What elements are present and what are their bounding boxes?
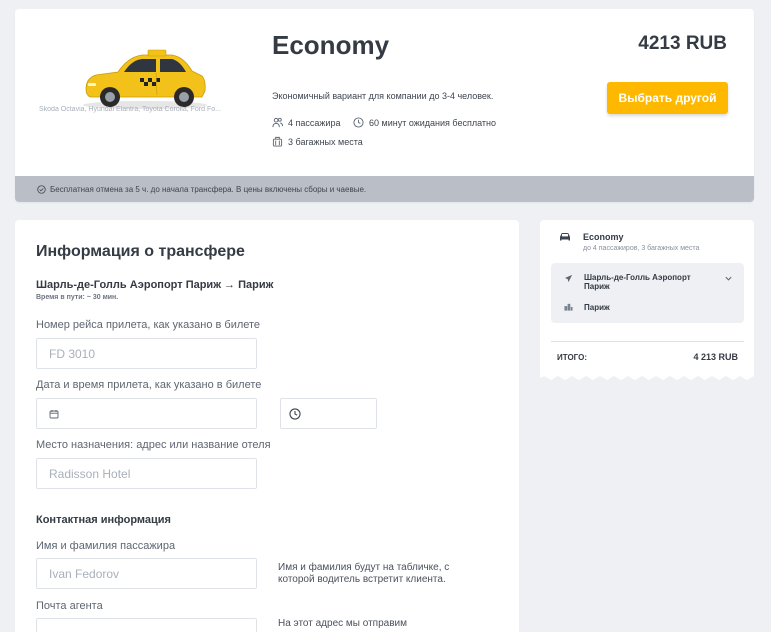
plane-icon: [564, 274, 573, 283]
taxi-car-image: [83, 49, 207, 109]
clock-icon: [289, 407, 301, 420]
destination-label: Место назначения: адрес или название оте…: [36, 439, 271, 451]
arrival-time-input[interactable]: [280, 398, 377, 429]
choose-other-button[interactable]: Выбрать другой: [607, 82, 728, 114]
calendar-icon: [49, 409, 59, 418]
destination-input[interactable]: Radisson Hotel: [36, 458, 257, 489]
passenger-name-label: Имя и фамилия пассажира: [36, 540, 176, 552]
passengers-text: 4 пассажира: [288, 117, 341, 128]
contact-info-title: Контактная информация: [36, 514, 171, 526]
chevron-down-icon[interactable]: [724, 274, 733, 283]
travel-time: Время в пути: ~ 30 мин.: [36, 294, 119, 301]
agent-email-input[interactable]: [36, 618, 257, 632]
luggage-icon: [272, 136, 283, 147]
form-title: Информация о трансфере: [36, 243, 245, 260]
cancellation-notice-text: Бесплатная отмена за 5 ч. до начала тран…: [50, 184, 367, 194]
passengers-feature: 4 пассажира: [272, 117, 340, 128]
total-value: 4 213 RUB: [693, 352, 738, 362]
clock-icon: [353, 117, 364, 128]
check-circle-icon: [37, 184, 46, 194]
vehicle-class-title: Economy: [272, 30, 390, 60]
vehicle-card: Skoda Octavia, Hyundai Elantra, Toyota C…: [15, 9, 754, 202]
destination-placeholder: Radisson Hotel: [49, 466, 131, 481]
agent-email-label: Почта агента: [36, 600, 103, 612]
summary-route[interactable]: Шарль-де-Голль Аэропорт Париж Париж: [551, 263, 744, 323]
agent-email-hint: На этот адрес мы отправим: [278, 618, 407, 629]
luggage-text: 3 багажных места: [288, 136, 363, 147]
passenger-name-input[interactable]: Ivan Fedorov: [36, 558, 257, 589]
vehicle-price: 4213 RUB: [638, 33, 727, 54]
route-to: Париж: [584, 303, 610, 312]
route-title: Шарль-де-Голль Аэропорт Париж → Париж: [36, 279, 274, 291]
arrival-date-input[interactable]: [36, 398, 257, 429]
cancellation-notice: Бесплатная отмена за 5 ч. до начала тран…: [15, 176, 754, 202]
city-icon: [564, 303, 573, 311]
arrival-datetime-label: Дата и время прилета, как указано в биле…: [36, 379, 262, 391]
receipt-edge: [540, 374, 754, 380]
summary-capacity: до 4 пассажиров, 3 багажных места: [583, 245, 700, 252]
flight-number-placeholder: FD 3010: [49, 346, 96, 361]
flight-number-label: Номер рейса прилета, как указано в билет…: [36, 319, 261, 331]
transfer-info-form: Информация о трансфере Шарль-де-Голль Аэ…: [15, 220, 519, 632]
car-icon: [560, 233, 570, 241]
route-from: Шарль-де-Голль Аэропорт Париж: [584, 273, 691, 291]
waiting-feature: 60 минут ожидания бесплатно: [353, 117, 496, 128]
waiting-text: 60 минут ожидания бесплатно: [369, 117, 496, 128]
summary-divider: [551, 341, 744, 342]
summary-class: Economy: [583, 232, 624, 242]
flight-number-input[interactable]: FD 3010: [36, 338, 257, 369]
passenger-name-placeholder: Ivan Fedorov: [49, 566, 120, 581]
vehicle-description: Экономичный вариант для компании до 3-4 …: [272, 91, 494, 101]
order-summary: Economy до 4 пассажиров, 3 багажных мест…: [540, 220, 754, 380]
luggage-feature: 3 багажных места: [272, 136, 363, 147]
total-label: ИТОГО:: [557, 353, 587, 362]
car-models-text: Skoda Octavia, Hyundai Elantra, Toyota C…: [39, 106, 221, 113]
passenger-name-hint: Имя и фамилия будут на табличке, с котор…: [278, 562, 450, 585]
passengers-icon: [272, 117, 283, 128]
